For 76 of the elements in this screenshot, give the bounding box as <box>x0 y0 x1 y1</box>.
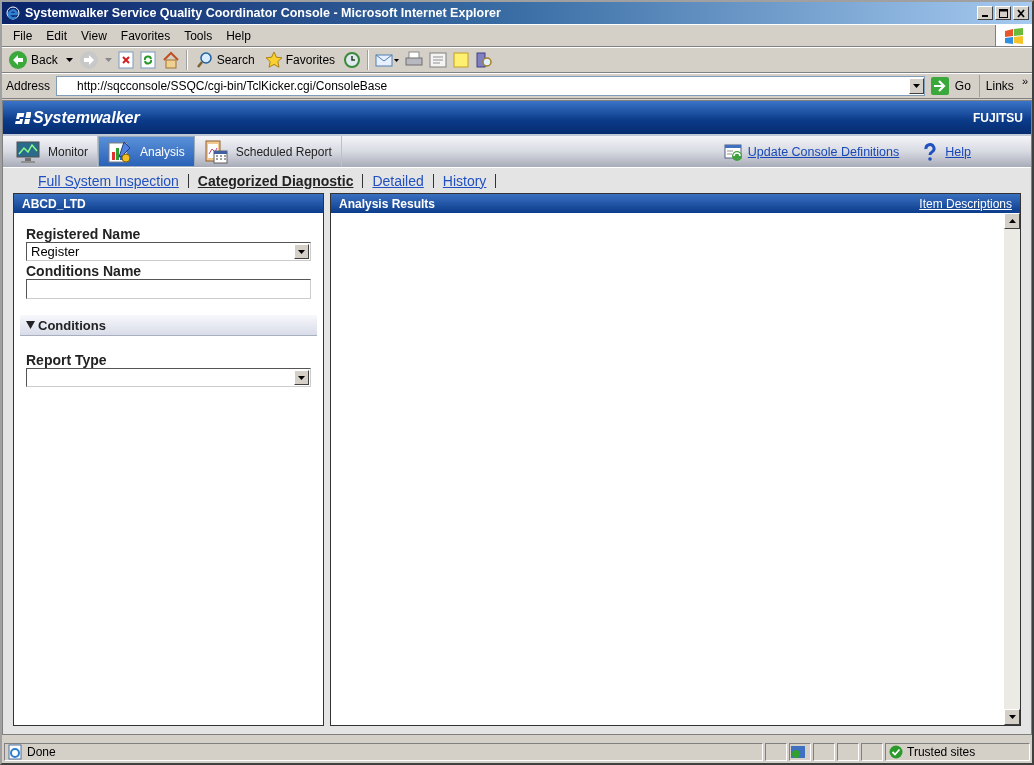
field-label: Registered Name <box>26 226 142 242</box>
address-label: Address <box>6 79 51 93</box>
menu-item[interactable]: Help <box>219 28 258 43</box>
subnav-link[interactable]: Categorized Diagnostic <box>188 173 364 188</box>
menu-item[interactable]: File <box>6 28 40 43</box>
maximize-button[interactable] <box>995 6 1011 20</box>
status-panel <box>765 743 787 761</box>
caret-icon <box>104 58 112 62</box>
zone-text: Trusted sites <box>907 745 976 759</box>
close-icon <box>1017 8 1025 18</box>
close-button[interactable] <box>1013 6 1029 20</box>
select-field[interactable]: Register <box>26 242 311 261</box>
minimize-icon <box>982 15 988 17</box>
status-panel <box>861 743 883 761</box>
action-link[interactable]: Help <box>921 142 971 161</box>
field-label: Report Type <box>26 352 108 368</box>
refresh-window-icon <box>723 142 742 161</box>
action-link[interactable]: Update Console Definitions <box>723 142 900 161</box>
panel-title: Analysis Results <box>339 196 436 211</box>
scrollbar[interactable] <box>1004 213 1020 725</box>
menu-item[interactable]: Edit <box>39 28 75 43</box>
scroll-down-icon <box>1008 715 1016 719</box>
status-panel <box>837 743 859 761</box>
app-logo: Systemwalker <box>33 108 140 127</box>
subnav-link[interactable]: Detailed <box>363 173 434 188</box>
star-icon <box>264 51 283 69</box>
search-button[interactable]: Search <box>193 51 257 69</box>
menu-item[interactable]: Favorites <box>113 28 178 43</box>
address-field[interactable]: http://sqcconsole/SSQC/cgi-bin/TclKicker.cgi/ConsoleBase <box>56 76 925 96</box>
mail-icon[interactable] <box>375 51 400 69</box>
monitor-icon <box>16 139 40 164</box>
chevron-button[interactable]: » <box>1021 75 1028 87</box>
ie-logo-icon <box>5 5 21 21</box>
select-field[interactable] <box>26 368 311 387</box>
security-icon <box>790 744 806 760</box>
refresh-icon[interactable] <box>139 51 156 69</box>
status-panel <box>813 743 835 761</box>
calendar-icon <box>203 139 228 164</box>
dropdown-arrow-icon <box>298 249 305 254</box>
scroll-up-icon <box>1008 219 1016 223</box>
input-field[interactable] <box>26 279 311 299</box>
logo-mark-icon <box>13 109 31 126</box>
printer-icon[interactable] <box>405 51 424 69</box>
stop-icon[interactable] <box>117 51 134 69</box>
research-icon[interactable] <box>475 51 494 69</box>
back-button[interactable]: Back <box>6 50 60 70</box>
page-icon <box>7 744 23 760</box>
subnav-link[interactable]: Full System Inspection <box>29 173 189 188</box>
status-text: Done <box>27 745 56 759</box>
dropdown-arrow-icon <box>298 375 305 380</box>
maximize-icon <box>998 8 1008 18</box>
section-header[interactable]: Conditions <box>20 315 317 336</box>
minimize-button[interactable] <box>977 6 993 20</box>
favorites-button[interactable]: Favorites <box>262 51 338 69</box>
caret-icon <box>65 58 73 62</box>
tab[interactable]: Scheduled Report <box>194 136 342 167</box>
window-title: Systemwalker Service Quality Coordinator Console - Microsoft Internet Explorer <box>25 6 502 20</box>
field-label: Conditions Name <box>26 263 143 279</box>
dropdown-arrow-icon[interactable] <box>912 84 920 88</box>
go-button[interactable]: Go <box>930 75 980 97</box>
go-arrow-icon <box>930 77 949 95</box>
item-descriptions-link[interactable]: Item Descriptions <box>919 196 1012 211</box>
analysis-icon <box>108 139 132 164</box>
windows-flag-icon <box>1003 26 1025 45</box>
history-icon[interactable] <box>343 51 362 69</box>
links-button[interactable]: Links <box>985 79 1014 93</box>
menu-item[interactable]: Tools <box>177 28 220 43</box>
subnav-link[interactable]: History <box>433 173 497 188</box>
tab[interactable]: Monitor <box>7 136 98 167</box>
brand-logo: FUJITSU <box>973 110 1023 125</box>
tab[interactable]: Analysis <box>98 136 195 167</box>
check-icon <box>889 745 903 759</box>
home-icon[interactable] <box>161 51 180 69</box>
search-icon <box>195 51 214 69</box>
menu-item[interactable]: View <box>74 28 114 43</box>
panel-header: ABCD_LTD <box>14 194 323 213</box>
